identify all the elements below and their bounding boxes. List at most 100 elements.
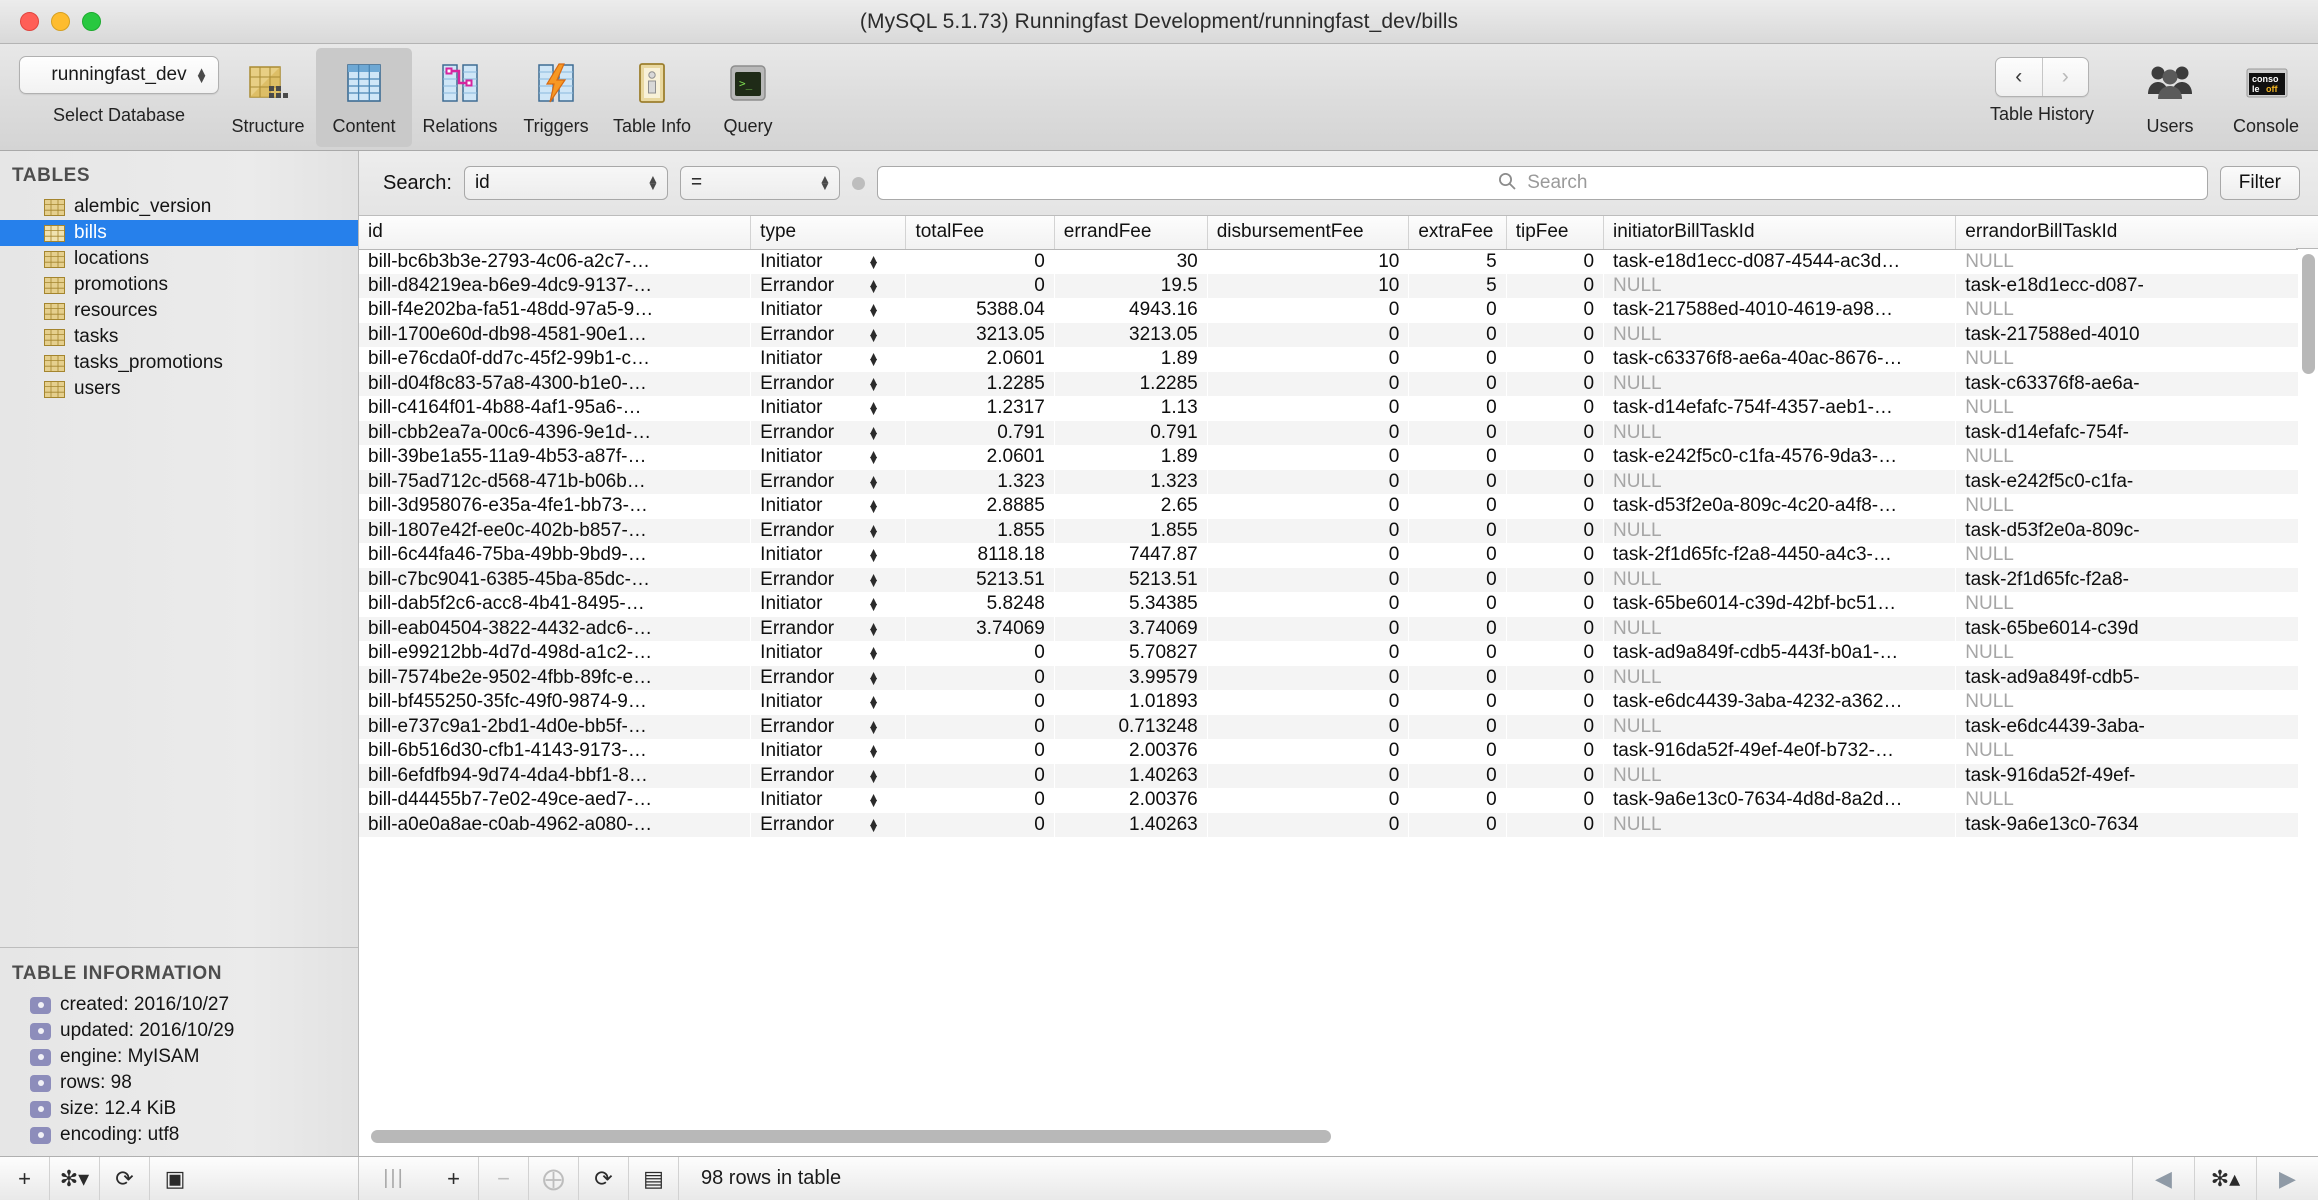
- cell-errandFee[interactable]: 4943.16: [1054, 298, 1207, 323]
- cell-disbursementFee[interactable]: 0: [1207, 764, 1409, 789]
- cell-disbursementFee[interactable]: 0: [1207, 666, 1409, 691]
- toolbar-console-button[interactable]: conso le off Console: [2218, 48, 2314, 147]
- cell-disbursementFee[interactable]: 0: [1207, 690, 1409, 715]
- cell-totalFee[interactable]: 5213.51: [906, 568, 1054, 593]
- table-row[interactable]: bill-c4164f01-4b88-4af1-95a6-… Initiator ▲…: [359, 396, 2304, 421]
- cell-errandFee[interactable]: 5213.51: [1054, 568, 1207, 593]
- cell-errandorBillTaskId[interactable]: task-ad9a849f-cdb5-: [1956, 666, 2304, 691]
- refresh-tables-button[interactable]: ⟳: [100, 1157, 150, 1200]
- cell-tipFee[interactable]: 0: [1506, 470, 1603, 495]
- cell-initiatorBillTaskId[interactable]: task-d53f2e0a-809c-4c20-a4f8-…: [1604, 494, 1956, 519]
- cell-type[interactable]: Initiator ▲ ▼: [751, 788, 906, 813]
- cell-tipFee[interactable]: 0: [1506, 715, 1603, 740]
- cell-type[interactable]: Errandor ▲ ▼: [751, 715, 906, 740]
- cell-initiatorBillTaskId[interactable]: task-e6dc4439-3aba-4232-a362…: [1604, 690, 1956, 715]
- cell-errandFee[interactable]: 0.713248: [1054, 715, 1207, 740]
- cell-disbursementFee[interactable]: 0: [1207, 445, 1409, 470]
- table-row[interactable]: bill-eab04504-3822-4432-adc6-… Errandor ▲ ▼…: [359, 616, 2304, 642]
- cell-extraFee[interactable]: 0: [1409, 813, 1506, 838]
- enum-stepper-icon[interactable]: ▲ ▼: [868, 497, 880, 515]
- cell-errandorBillTaskId[interactable]: NULL: [1956, 641, 2304, 666]
- cell-disbursementFee[interactable]: 0: [1207, 323, 1409, 348]
- cell-extraFee[interactable]: 0: [1409, 372, 1506, 397]
- cell-totalFee[interactable]: 2.0601: [906, 445, 1054, 470]
- cell-initiatorBillTaskId[interactable]: NULL: [1604, 323, 1956, 348]
- cell-id[interactable]: bill-f4e202ba-fa51-48dd-97a5-9…: [359, 298, 751, 323]
- cell-extraFee[interactable]: 0: [1409, 592, 1506, 617]
- enum-stepper-icon[interactable]: ▲ ▼: [868, 718, 880, 736]
- cell-extraFee[interactable]: 0: [1409, 788, 1506, 813]
- cell-errandFee[interactable]: 1.40263: [1054, 813, 1207, 838]
- cell-errandFee[interactable]: 0.791: [1054, 421, 1207, 446]
- sidebar-item-users[interactable]: users: [0, 376, 358, 402]
- table-row[interactable]: bill-6c44fa46-75ba-49bb-9bd9-… Initiator ▲…: [359, 543, 2304, 568]
- cell-totalFee[interactable]: 8118.18: [906, 543, 1054, 568]
- cell-totalFee[interactable]: 0: [906, 813, 1054, 838]
- toolbar-tab-structure[interactable]: Structure: [220, 48, 316, 147]
- column-header-type[interactable]: type: [750, 216, 907, 250]
- cell-errandFee[interactable]: 5.70827: [1054, 641, 1207, 666]
- cell-initiatorBillTaskId[interactable]: task-e242f5c0-c1fa-4576-9da3-…: [1604, 445, 1956, 470]
- cell-extraFee[interactable]: 0: [1409, 421, 1506, 446]
- enum-stepper-icon[interactable]: ▲ ▼: [868, 791, 880, 809]
- sidebar-item-locations[interactable]: locations: [0, 246, 358, 272]
- cell-errandorBillTaskId[interactable]: NULL: [1956, 543, 2304, 568]
- cell-disbursementFee[interactable]: 0: [1207, 715, 1409, 740]
- cell-tipFee[interactable]: 0: [1506, 568, 1603, 593]
- cell-disbursementFee[interactable]: 0: [1207, 641, 1409, 666]
- cell-tipFee[interactable]: 0: [1506, 641, 1603, 666]
- cell-disbursementFee[interactable]: 0: [1207, 372, 1409, 397]
- cell-totalFee[interactable]: 0: [906, 788, 1054, 813]
- cell-id[interactable]: bill-cbb2ea7a-00c6-4396-9e1d-…: [359, 421, 751, 446]
- enum-stepper-icon[interactable]: ▲ ▼: [868, 350, 880, 368]
- cell-id[interactable]: bill-d44455b7-7e02-49ce-aed7-…: [359, 788, 751, 813]
- cell-extraFee[interactable]: 0: [1409, 347, 1506, 372]
- cell-id[interactable]: bill-3d958076-e35a-4fe1-bb73-…: [359, 494, 751, 519]
- database-select[interactable]: runningfast_dev ▲ ▼: [19, 56, 219, 94]
- cell-initiatorBillTaskId[interactable]: task-ad9a849f-cdb5-443f-b0a1-…: [1604, 641, 1956, 666]
- table-row[interactable]: bill-d84219ea-b6e9-4dc9-9137-… Errandor ▲ ▼…: [359, 273, 2304, 299]
- cell-extraFee[interactable]: 0: [1409, 396, 1506, 421]
- sidebar-item-alembic_version[interactable]: alembic_version: [0, 194, 358, 220]
- cell-disbursementFee[interactable]: 0: [1207, 396, 1409, 421]
- enum-stepper-icon[interactable]: ▲ ▼: [868, 424, 880, 442]
- cell-tipFee[interactable]: 0: [1506, 298, 1603, 323]
- cell-id[interactable]: bill-e76cda0f-dd7c-45f2-99b1-c…: [359, 347, 751, 372]
- filter-button[interactable]: Filter: [2219, 166, 2300, 200]
- table-row[interactable]: bill-d04f8c83-57a8-4300-b1e0-… Errandor ▲ ▼…: [359, 371, 2304, 397]
- cell-errandFee[interactable]: 2.00376: [1054, 788, 1207, 813]
- cell-tipFee[interactable]: 0: [1506, 813, 1603, 838]
- cell-extraFee[interactable]: 0: [1409, 568, 1506, 593]
- cell-extraFee[interactable]: 0: [1409, 323, 1506, 348]
- pager-settings-button[interactable]: ✻▴: [2194, 1157, 2256, 1200]
- cell-id[interactable]: bill-1700e60d-db98-4581-90e1…: [359, 323, 751, 348]
- search-operator-select[interactable]: = ▲ ▼: [679, 166, 840, 200]
- cell-disbursementFee[interactable]: 0: [1207, 421, 1409, 446]
- cell-initiatorBillTaskId[interactable]: task-e18d1ecc-d087-4544-ac3d…: [1604, 249, 1956, 274]
- cell-extraFee[interactable]: 0: [1409, 666, 1506, 691]
- cell-disbursementFee[interactable]: 10: [1207, 249, 1409, 274]
- horizontal-scrollbar-track[interactable]: [359, 1122, 2318, 1156]
- column-header-disbursementFee[interactable]: disbursementFee: [1207, 216, 1410, 250]
- toolbar-tab-relations[interactable]: Relations: [412, 48, 508, 147]
- cell-type[interactable]: Errandor ▲ ▼: [751, 421, 906, 446]
- enum-stepper-icon[interactable]: ▲ ▼: [868, 473, 880, 491]
- cell-extraFee[interactable]: 0: [1409, 470, 1506, 495]
- cell-type[interactable]: Errandor ▲ ▼: [751, 813, 906, 838]
- cell-totalFee[interactable]: 0: [906, 666, 1054, 691]
- cell-initiatorBillTaskId[interactable]: NULL: [1604, 274, 1956, 299]
- cell-extraFee[interactable]: 0: [1409, 298, 1506, 323]
- cell-id[interactable]: bill-1807e42f-ee0c-402b-b857-…: [359, 519, 751, 544]
- table-row[interactable]: bill-e99212bb-4d7d-498d-a1c2-… Initiator ▲…: [359, 641, 2304, 666]
- cell-initiatorBillTaskId[interactable]: NULL: [1604, 372, 1956, 397]
- cell-type[interactable]: Initiator ▲ ▼: [751, 690, 906, 715]
- table-row[interactable]: bill-7574be2e-9502-4fbb-89fc-e… Errandor ▲…: [359, 665, 2304, 691]
- enum-stepper-icon[interactable]: ▲ ▼: [868, 546, 880, 564]
- cell-errandorBillTaskId[interactable]: task-217588ed-4010: [1956, 323, 2304, 348]
- table-row[interactable]: bill-a0e0a8ae-c0ab-4962-a080-… Errandor ▲ ▼…: [359, 812, 2304, 838]
- cell-errandFee[interactable]: 1.855: [1054, 519, 1207, 544]
- cell-type[interactable]: Errandor ▲ ▼: [751, 617, 906, 642]
- cell-id[interactable]: bill-bc6b3b3e-2793-4c06-a2c7-…: [359, 249, 751, 274]
- cell-totalFee[interactable]: 0: [906, 641, 1054, 666]
- cell-initiatorBillTaskId[interactable]: NULL: [1604, 470, 1956, 495]
